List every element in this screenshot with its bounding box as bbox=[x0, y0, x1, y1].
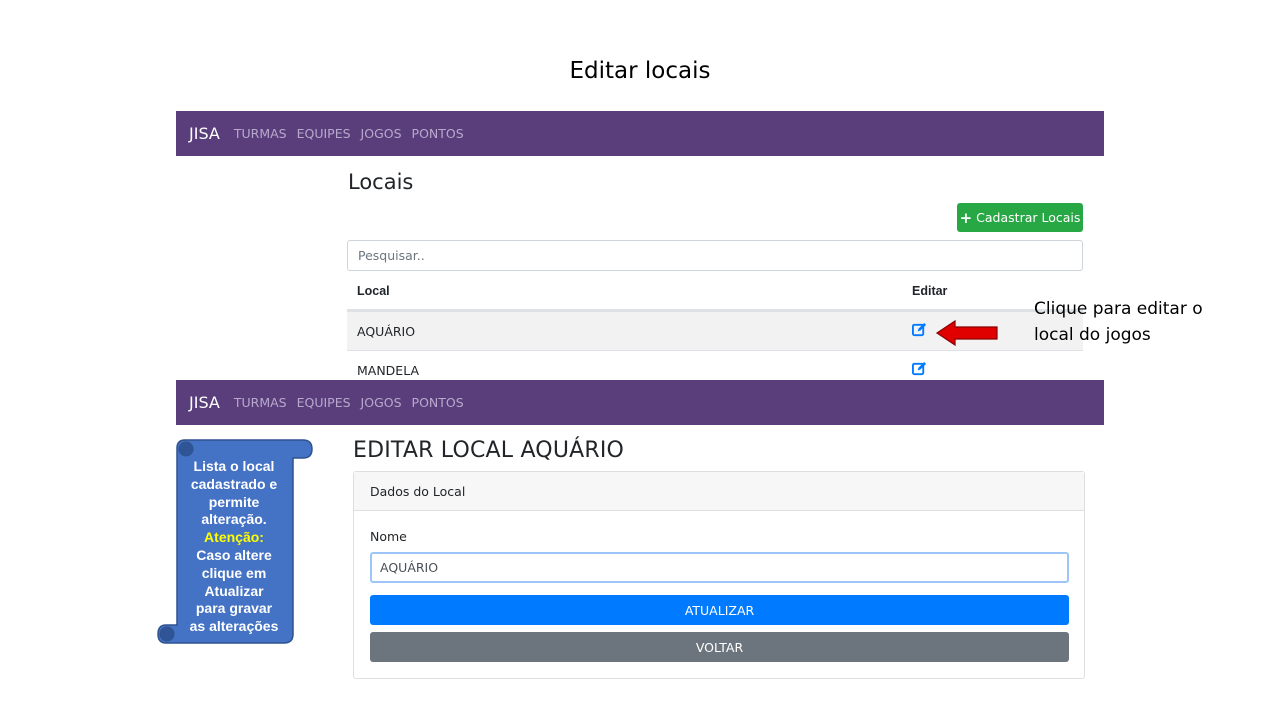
navbar-bottom: JISA TURMAS EQUIPES JOGOS PONTOS bbox=[176, 380, 1104, 425]
name-label: Nome bbox=[370, 529, 407, 544]
update-button[interactable]: ATUALIZAR bbox=[370, 595, 1069, 625]
table-header: Local Editar bbox=[347, 272, 1083, 311]
add-local-label: Cadastrar Locais bbox=[976, 210, 1081, 225]
search-input[interactable] bbox=[347, 240, 1083, 271]
edit-card: Dados do Local Nome ATUALIZAR VOLTAR bbox=[353, 471, 1085, 679]
note-line: Lista o local bbox=[193, 458, 275, 474]
note-line: permite bbox=[208, 493, 260, 510]
nav-link-jogos[interactable]: JOGOS bbox=[361, 126, 402, 141]
note-line: clique em bbox=[201, 564, 267, 581]
note-line: as alterações bbox=[189, 618, 279, 635]
edit-icon[interactable] bbox=[912, 322, 927, 337]
card-header: Dados do Local bbox=[354, 472, 1084, 511]
arrow-left-icon bbox=[935, 319, 998, 347]
nav-link-equipes[interactable]: EQUIPES bbox=[297, 395, 351, 410]
row-local: AQUÁRIO bbox=[357, 323, 416, 339]
nav-link-turmas[interactable]: TURMAS bbox=[234, 126, 287, 141]
add-local-button[interactable]: + Cadastrar Locais bbox=[957, 203, 1083, 232]
navbar-brand[interactable]: JISA bbox=[189, 124, 220, 143]
nav-link-equipes[interactable]: EQUIPES bbox=[297, 126, 351, 141]
callout-text: Clique para editar o local do jogos bbox=[1034, 296, 1234, 348]
row-edit-cell bbox=[902, 361, 1082, 379]
nav-link-pontos[interactable]: PONTOS bbox=[412, 126, 464, 141]
nav-link-pontos[interactable]: PONTOS bbox=[412, 395, 464, 410]
page-title: Locais bbox=[348, 170, 414, 194]
back-button[interactable]: VOLTAR bbox=[370, 632, 1069, 662]
note-line: Caso altere bbox=[196, 546, 272, 563]
callout-line-2: local do jogos bbox=[1034, 325, 1151, 345]
navbar-brand[interactable]: JISA bbox=[189, 393, 220, 412]
note-line: para gravar bbox=[195, 600, 273, 617]
plus-icon: + bbox=[959, 208, 973, 227]
note-line: cadastrado e bbox=[190, 475, 278, 492]
nav-link-jogos[interactable]: JOGOS bbox=[361, 395, 402, 410]
callout-line-1: Clique para editar o bbox=[1034, 299, 1203, 319]
edit-icon[interactable] bbox=[912, 361, 927, 376]
slide-title: Editar locais bbox=[569, 58, 711, 84]
nav-link-turmas[interactable]: TURMAS bbox=[234, 395, 287, 410]
header-local: Local bbox=[357, 283, 390, 298]
edit-page-title: EDITAR LOCAL AQUÁRIO bbox=[353, 438, 625, 463]
navbar-top: JISA TURMAS EQUIPES JOGOS PONTOS bbox=[176, 111, 1104, 156]
name-input[interactable] bbox=[370, 552, 1069, 583]
row-local: MANDELA bbox=[357, 362, 420, 378]
note-line: alteração. bbox=[201, 511, 267, 528]
note-text: Lista o local cadastrado e permite alter… bbox=[177, 458, 291, 636]
note-line: Atualizar bbox=[204, 582, 264, 599]
note-warning: Atenção: bbox=[204, 529, 264, 546]
